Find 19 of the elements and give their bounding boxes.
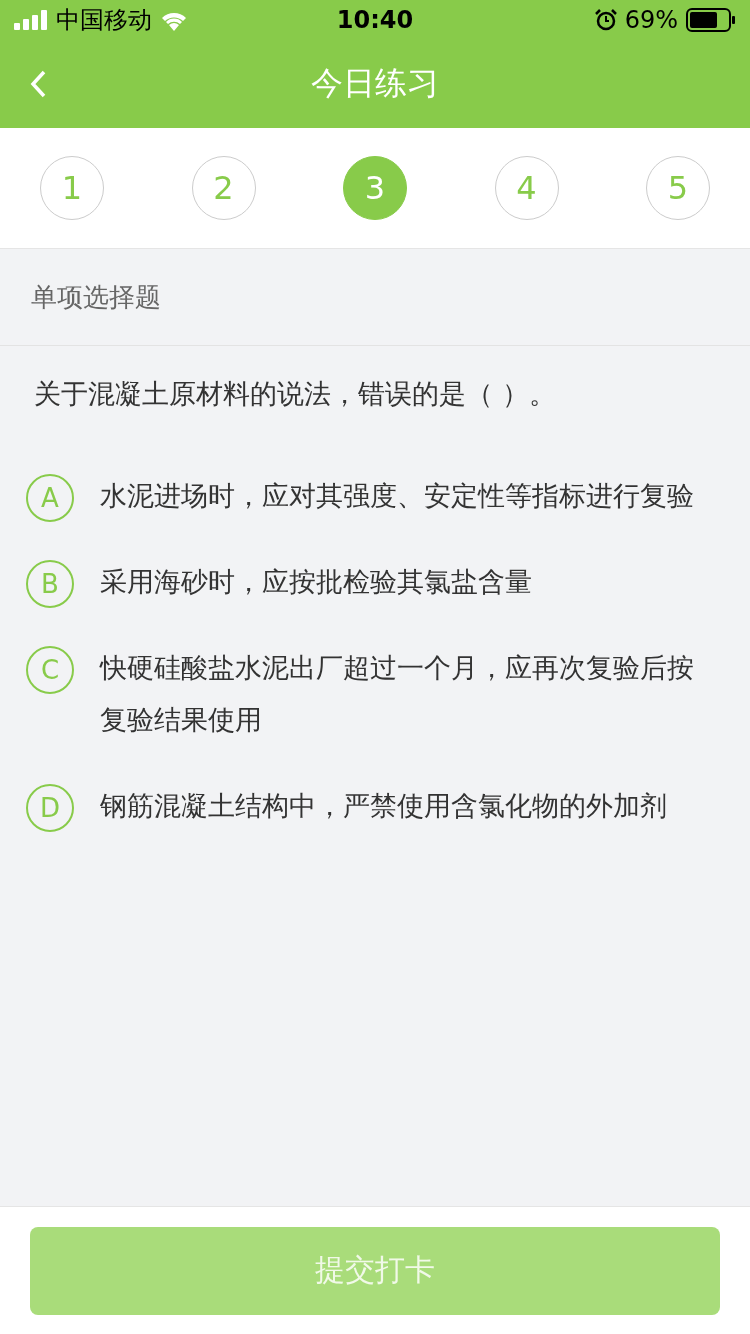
status-time: 10:40 (336, 6, 414, 34)
option-text[interactable]: 快硬硅酸盐水泥出厂超过一个月，应再次复验后按复验结果使用 (100, 642, 720, 746)
battery-percent: 69% (624, 6, 678, 34)
battery-icon (686, 8, 736, 32)
option-letter[interactable]: B (26, 560, 74, 608)
carrier-name: 中国移动 (56, 5, 152, 36)
option-letter[interactable]: D (26, 784, 74, 832)
option-letter[interactable]: A (26, 474, 74, 522)
page-title: 今日练习 (311, 63, 439, 104)
alarm-icon (594, 9, 617, 31)
question-number-tab[interactable]: 3 (343, 156, 407, 220)
signal-icon (14, 10, 48, 30)
option-text[interactable]: 采用海砂时，应按批检验其氯盐含量 (100, 556, 532, 608)
back-icon[interactable] (30, 70, 46, 98)
option-text[interactable]: 水泥进场时，应对其强度、安定性等指标进行复验 (100, 470, 694, 522)
option-text[interactable]: 钢筋混凝土结构中，严禁使用含氯化物的外加剂 (100, 780, 667, 832)
option-letter[interactable]: C (26, 646, 74, 694)
question-type: 单项选择题 (0, 249, 750, 346)
question-text: 关于混凝土原材料的说法，错误的是（ ）。 (33, 377, 557, 411)
